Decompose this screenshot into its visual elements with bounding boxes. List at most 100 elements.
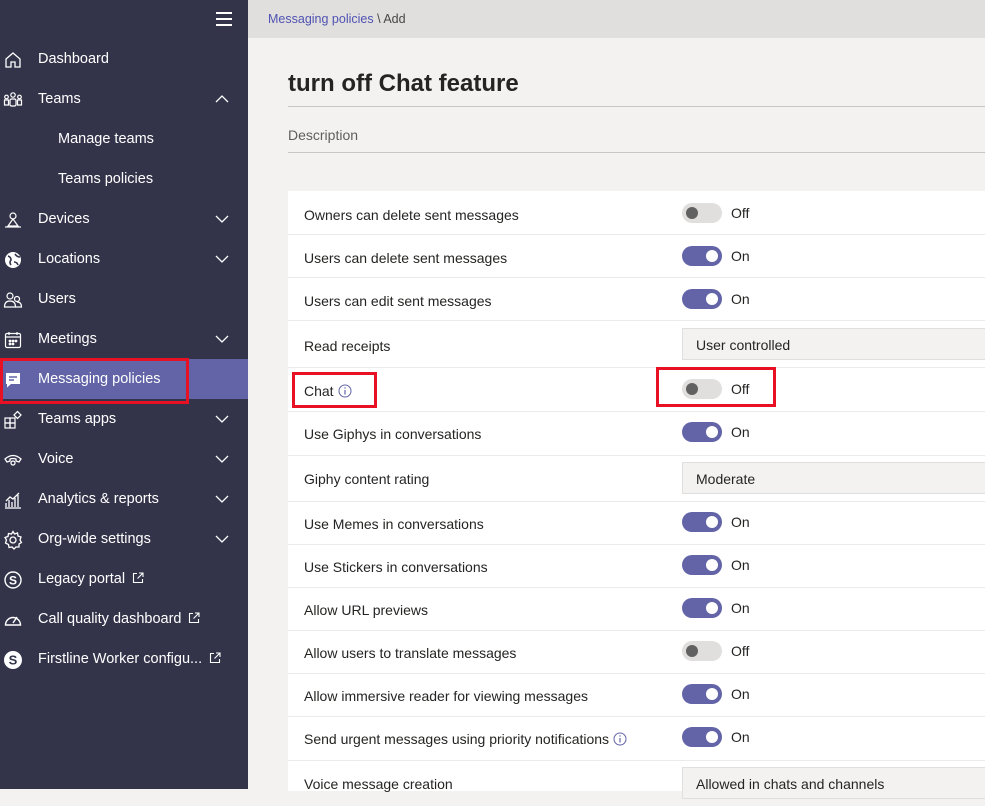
globe-icon: [3, 250, 23, 270]
toggle-use-stickers[interactable]: [682, 555, 722, 575]
toggle-state-label: Off: [731, 643, 750, 659]
sidebar-item-label-wrap: Firstline Worker configu...: [38, 651, 221, 668]
sidebar-item-call-quality-dashboard[interactable]: Call quality dashboard: [0, 599, 248, 639]
voice-message-dropdown[interactable]: Allowed in chats and channels: [682, 767, 985, 799]
toggle-knob: [706, 426, 718, 438]
info-icon[interactable]: [613, 732, 627, 749]
sidebar-item-legacy-portal[interactable]: S Legacy portal: [0, 559, 248, 599]
toggle-use-memes[interactable]: [682, 512, 722, 532]
breadcrumb-separator: \: [373, 12, 384, 26]
skype-icon: S: [3, 650, 23, 670]
toggle-priority-notifications[interactable]: [682, 727, 722, 747]
toggle-knob: [706, 559, 718, 571]
sidebar-item-dashboard[interactable]: Dashboard: [0, 39, 248, 79]
page-title: turn off Chat feature: [288, 70, 519, 97]
sidebar-item-label: Teams apps: [38, 411, 117, 427]
sidebar-item-locations[interactable]: Locations: [0, 239, 248, 279]
toggle-state-label: Off: [731, 205, 750, 221]
chat-icon: [3, 370, 23, 390]
toggle-immersive-reader[interactable]: [682, 684, 722, 704]
sidebar-item-messaging-policies[interactable]: Messaging policies: [0, 359, 248, 399]
setting-row: Owners can delete sent messages Off: [288, 191, 985, 235]
sidebar-item-teams[interactable]: Teams: [0, 79, 248, 119]
sidebar-item-label: Teams: [38, 91, 81, 107]
setting-row: Allow immersive reader for viewing messa…: [288, 673, 985, 717]
setting-label: Allow users to translate messages: [304, 645, 517, 661]
dropdown-value: Allowed in chats and channels: [696, 776, 885, 792]
setting-row: Use Memes in conversations On: [288, 501, 985, 545]
info-icon[interactable]: [338, 384, 352, 401]
sidebar-item-manage-teams[interactable]: Manage teams: [0, 119, 248, 159]
toggle-knob: [706, 293, 718, 305]
toggle-url-previews[interactable]: [682, 598, 722, 618]
top-bar: Messaging policies \ Add: [248, 0, 985, 38]
setting-label-wrap: Send urgent messages using priority noti…: [304, 731, 627, 749]
setting-label: Allow immersive reader for viewing messa…: [304, 688, 588, 704]
setting-row: Users can delete sent messages On: [288, 234, 985, 278]
sidebar-item-label: Org-wide settings: [38, 531, 151, 547]
setting-label-wrap: Chat: [304, 383, 352, 401]
setting-row: Read receipts User controlled: [288, 320, 985, 368]
sidebar-item-analytics-reports[interactable]: Analytics & reports: [0, 479, 248, 519]
sidebar-item-label: Users: [38, 291, 76, 307]
setting-row: Allow users to translate messages Off: [288, 630, 985, 674]
breadcrumb-parent-link[interactable]: Messaging policies: [268, 12, 374, 26]
sidebar-item-teams-policies[interactable]: Teams policies: [0, 159, 248, 199]
sidebar-item-label-wrap: Legacy portal: [38, 571, 144, 588]
setting-row: Giphy content rating Moderate: [288, 455, 985, 502]
giphy-rating-dropdown[interactable]: Moderate: [682, 462, 985, 494]
toggle-users-edit-messages[interactable]: [682, 289, 722, 309]
toggle-state-label: On: [731, 729, 750, 745]
sidebar-item-meetings[interactable]: Meetings: [0, 319, 248, 359]
toggle-users-delete-messages[interactable]: [682, 246, 722, 266]
skype-icon: S: [3, 570, 23, 590]
sidebar-item-label: Firstline Worker configu...: [38, 651, 203, 667]
toggle-state-label: Off: [731, 381, 750, 397]
sidebar-item-voice[interactable]: Voice: [0, 439, 248, 479]
toggle-state-label: On: [731, 424, 750, 440]
sidebar-item-label: Locations: [38, 251, 101, 267]
setting-row: Users can edit sent messages On: [288, 277, 985, 321]
toggle-knob: [686, 207, 698, 219]
sidebar-item-label: Analytics & reports: [38, 491, 159, 507]
sidebar-item-teams-apps[interactable]: Teams apps: [0, 399, 248, 439]
analytics-icon: [3, 490, 23, 510]
toggle-translate-messages[interactable]: [682, 641, 722, 661]
setting-row: Chat Off: [288, 367, 985, 412]
toggle-chat[interactable]: [682, 379, 722, 399]
sidebar-item-org-wide-settings[interactable]: Org-wide settings: [0, 519, 248, 559]
chevron-down-icon: [215, 492, 229, 506]
sidebar-item-label: Devices: [38, 211, 90, 227]
setting-row: Use Stickers in conversations On: [288, 544, 985, 588]
hamburger-icon[interactable]: [214, 10, 234, 28]
sidebar-item-users[interactable]: Users: [0, 279, 248, 319]
breadcrumb: Messaging policies \ Add: [268, 12, 406, 26]
home-icon: [3, 50, 23, 70]
calendar-icon: [3, 330, 23, 350]
toggle-use-giphys[interactable]: [682, 422, 722, 442]
toggle-state-label: On: [731, 248, 750, 264]
description-input[interactable]: [288, 118, 985, 153]
dropdown-value: User controlled: [696, 337, 791, 353]
sidebar-item-devices[interactable]: Devices: [0, 199, 248, 239]
svg-text:S: S: [9, 653, 18, 668]
toggle-knob: [706, 688, 718, 700]
toggle-owners-delete-messages[interactable]: [682, 203, 722, 223]
chevron-down-icon: [215, 332, 229, 346]
read-receipts-dropdown[interactable]: User controlled: [682, 328, 985, 360]
toggle-state-label: On: [731, 600, 750, 616]
sidebar-item-label: Teams policies: [58, 171, 154, 187]
toggle-knob: [706, 516, 718, 528]
sidebar-item-firstline-worker[interactable]: S Firstline Worker configu...: [0, 639, 248, 679]
teams-icon: [3, 90, 23, 110]
apps-icon: [3, 410, 23, 430]
toggle-knob: [706, 731, 718, 743]
sidebar-item-label-wrap: Call quality dashboard: [38, 611, 201, 628]
toggle-knob: [686, 645, 698, 657]
dropdown-value: Moderate: [696, 471, 756, 487]
setting-label: Use Memes in conversations: [304, 516, 484, 532]
setting-label: Users can delete sent messages: [304, 250, 508, 266]
sidebar-item-label: Manage teams: [58, 131, 154, 147]
sidebar-item-label: Messaging policies: [38, 371, 161, 387]
title-underline: [288, 106, 985, 107]
